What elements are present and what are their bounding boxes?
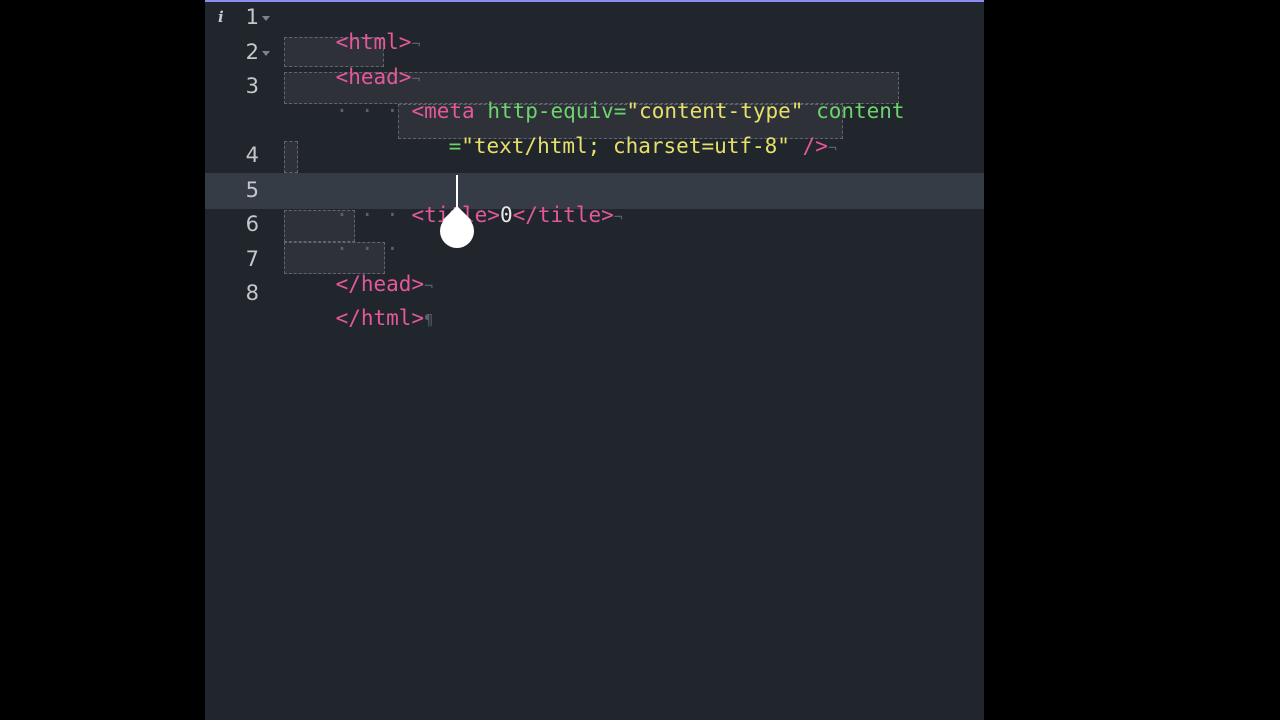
cursor-drag-handle[interactable] — [440, 214, 474, 248]
attr-equals: = — [448, 134, 462, 158]
line-number: 8 — [245, 281, 259, 305]
code-editor[interactable]: i 1 2 3 4 5 6 7 8 <html>¬ <head>¬ · · · … — [205, 0, 984, 720]
eol-marker: ¬ — [827, 139, 837, 157]
title-close-tag: </title> — [512, 203, 614, 227]
code-line-8[interactable]: </html>¶ — [285, 276, 434, 362]
line-number: 7 — [245, 247, 259, 271]
info-icon[interactable]: i — [218, 8, 224, 26]
line-number: 6 — [245, 212, 259, 236]
line-number: 1 — [245, 5, 259, 29]
title-text: 0 — [499, 203, 513, 227]
line-number: 2 — [245, 40, 259, 64]
line-number: 5 — [245, 178, 259, 202]
html-close-tag: </html> — [335, 306, 425, 330]
line-number: 4 — [245, 143, 259, 167]
eof-marker: ¶ — [424, 311, 434, 329]
fold-chevron-icon[interactable] — [262, 51, 270, 56]
fold-chevron-icon[interactable] — [262, 16, 270, 21]
eol-marker: ¬ — [613, 208, 623, 226]
line-number: 3 — [245, 74, 259, 98]
meta-close-tag: /> — [802, 134, 828, 158]
attr-value-text-html: "text/html; charset=utf-8" — [461, 134, 790, 158]
